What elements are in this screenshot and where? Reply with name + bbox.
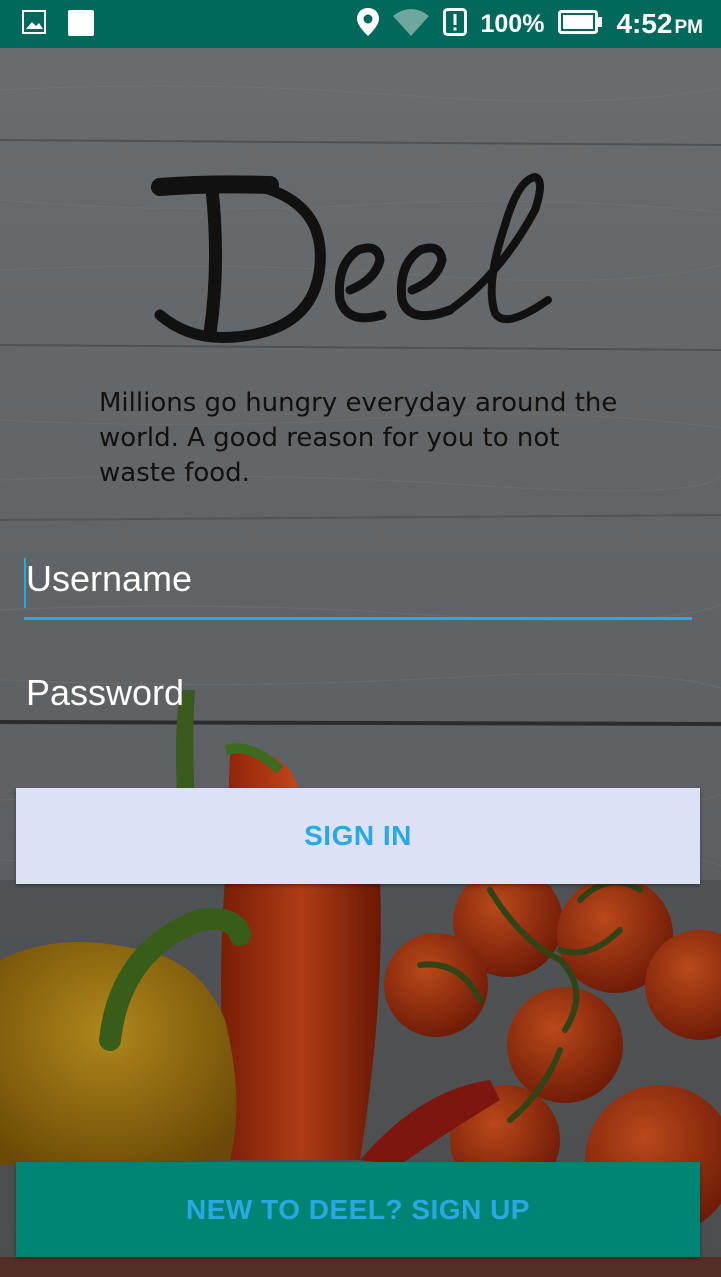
wifi-icon: [392, 8, 429, 40]
tagline: Millions go hungry everyday around the w…: [99, 388, 618, 488]
location-icon: [356, 8, 379, 40]
image-icon: [22, 10, 46, 40]
sign-in-button[interactable]: SIGN IN: [16, 788, 700, 884]
text-cursor: [24, 558, 26, 608]
password-input[interactable]: [24, 672, 692, 714]
battery-icon: [558, 10, 603, 38]
battery-percent: 100%: [480, 9, 545, 38]
status-bar: 100% 4:52 PM: [0, 0, 721, 48]
clock-time: 4:52: [616, 8, 673, 39]
status-clock: 4:52 PM: [616, 8, 703, 40]
sign-up-button[interactable]: NEW TO DEEL? SIGN UP: [16, 1162, 700, 1257]
password-field[interactable]: [24, 672, 692, 722]
clock-suffix: PM: [674, 17, 704, 38]
app-logo: Deel: [150, 165, 570, 355]
username-field[interactable]: [24, 558, 692, 620]
alert-icon: [442, 8, 467, 40]
username-input[interactable]: [24, 558, 692, 600]
square-icon: [68, 10, 94, 40]
